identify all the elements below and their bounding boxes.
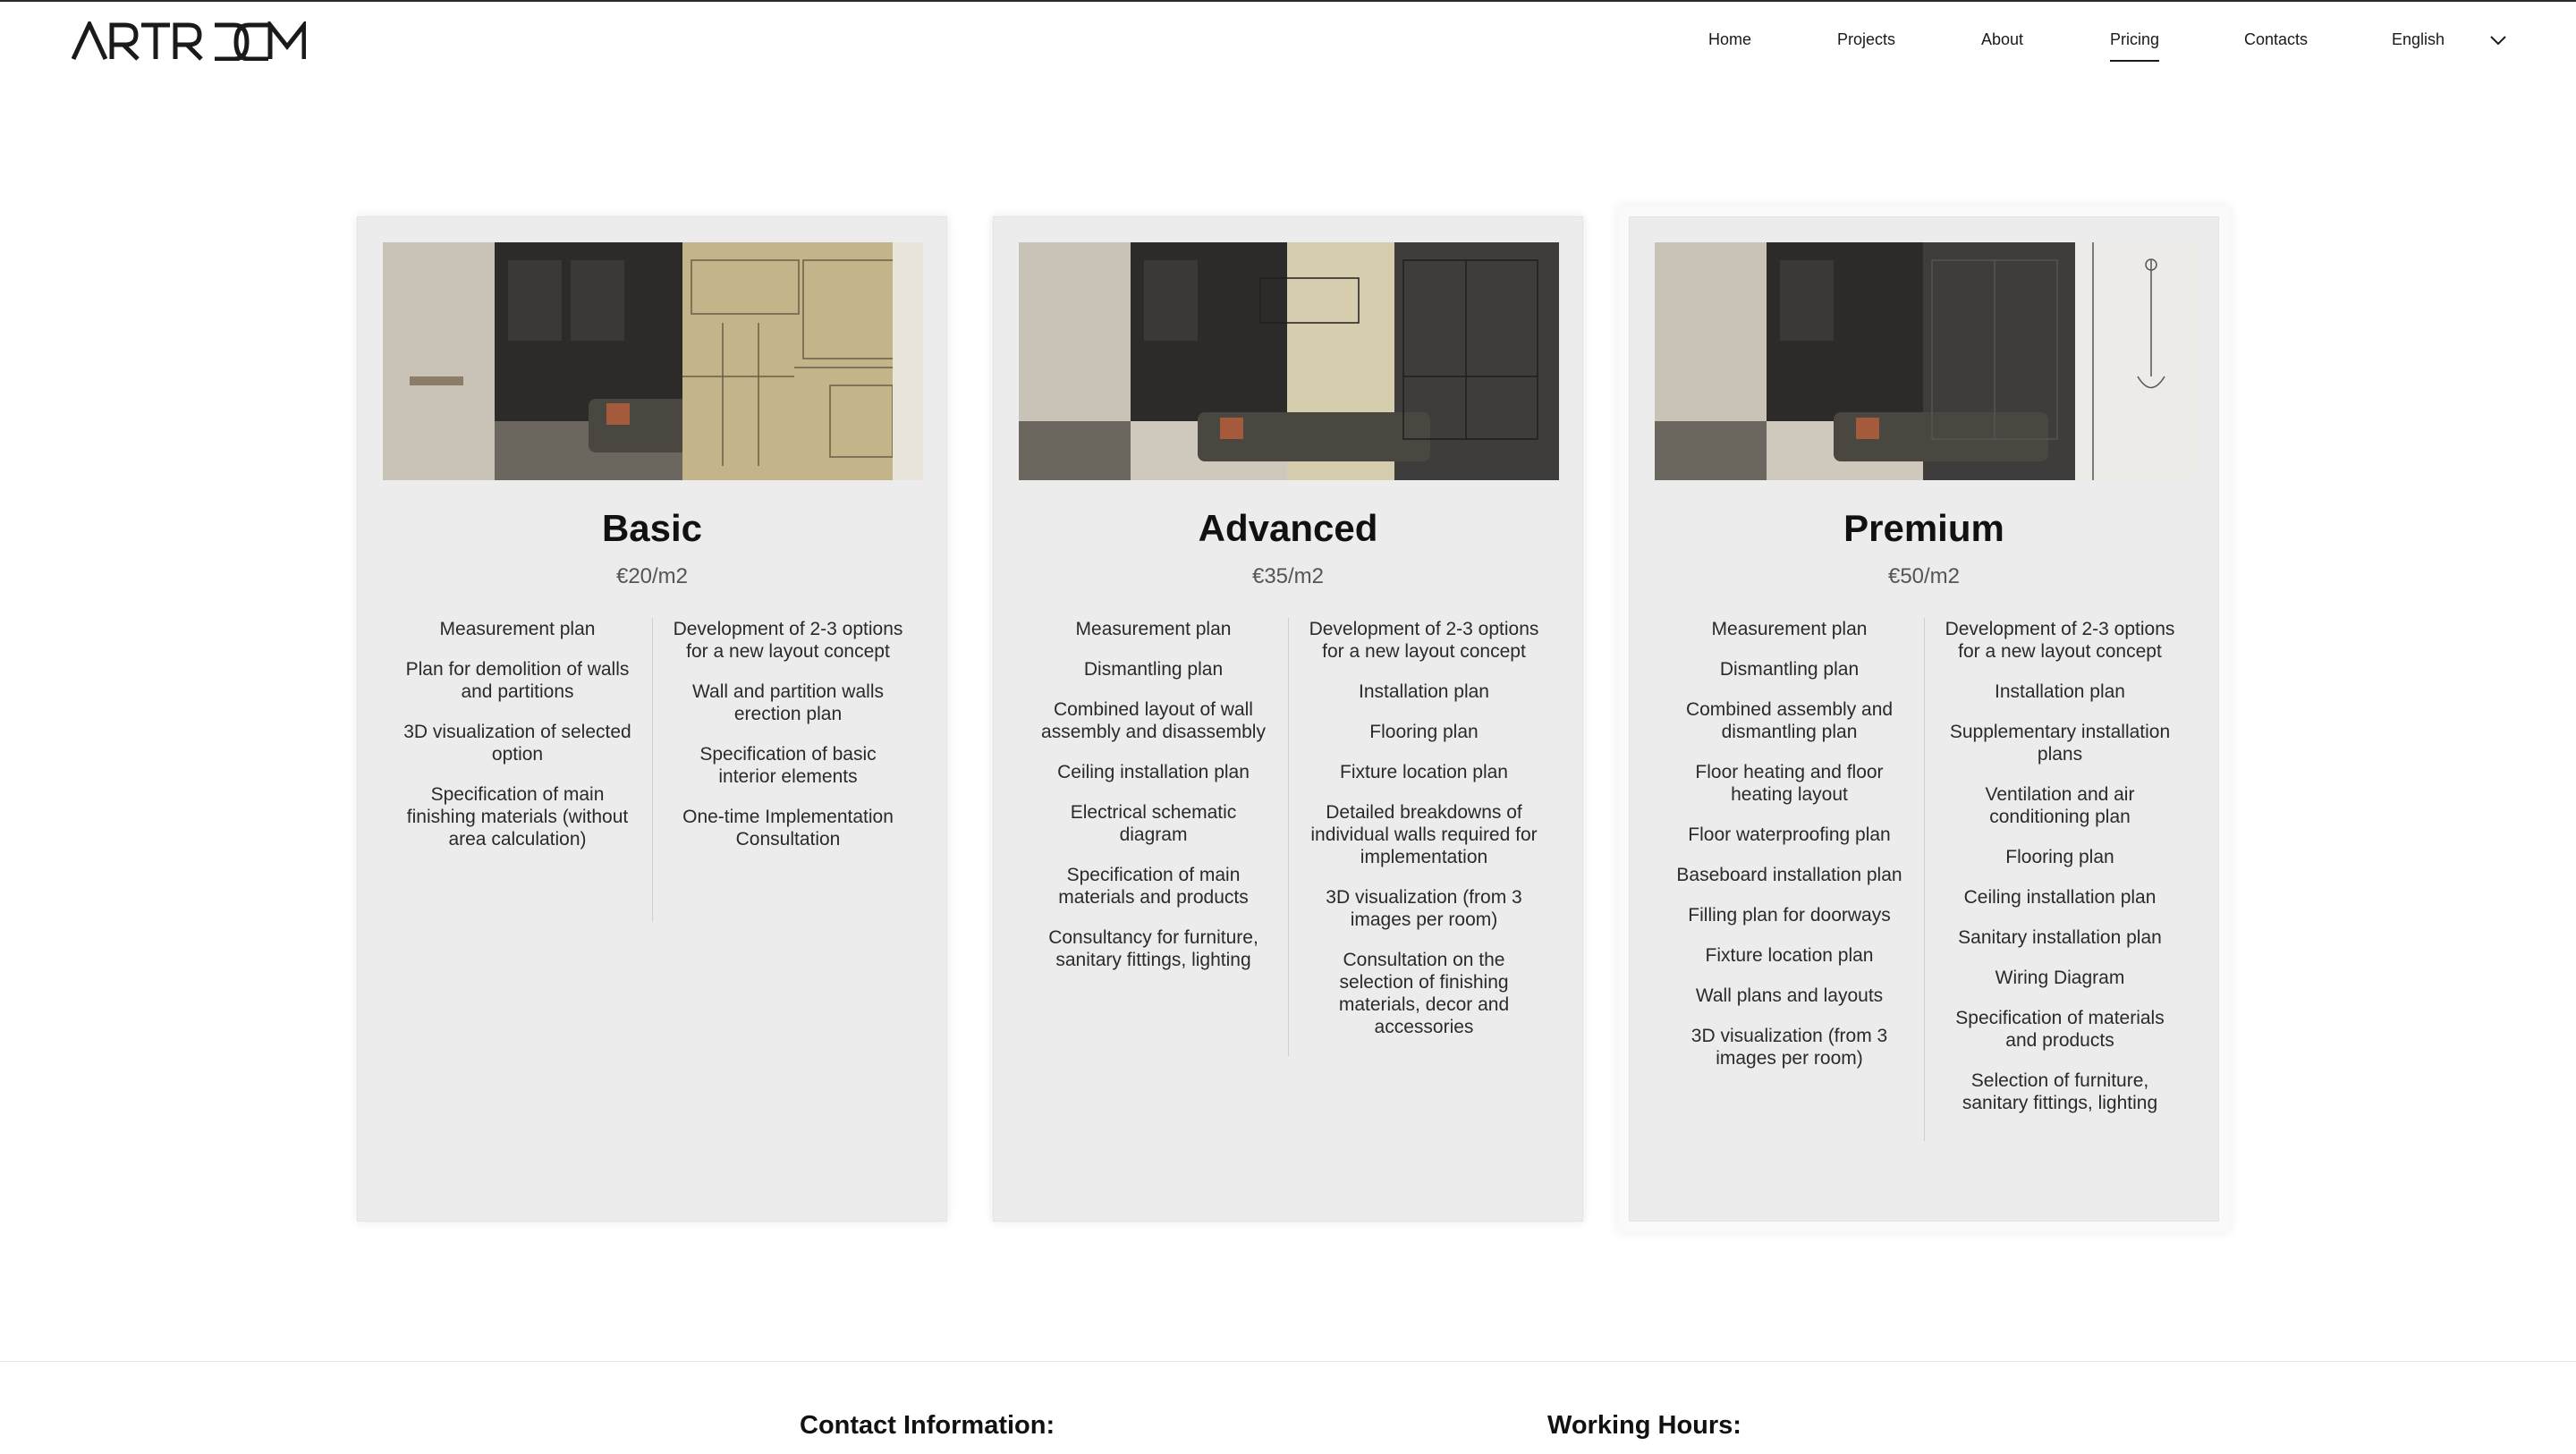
feature-item: Electrical schematic diagram xyxy=(1070,802,1237,845)
plan-title: Advanced xyxy=(1198,507,1378,549)
feature-item: Sanitary installation plan xyxy=(1958,927,2162,948)
feature-item: Development of 2-3 options for a new lay… xyxy=(1945,619,2175,662)
artroom-logo[interactable] xyxy=(72,21,306,61)
plan-price: €50/m2 xyxy=(1887,564,1961,588)
feature-item: Filling plan for doorways xyxy=(1688,905,1891,926)
features-left-column: Measurement plan Dismantling plan Combin… xyxy=(1655,618,1925,1141)
feature-item: Installation plan xyxy=(1995,681,2125,702)
plan-image-advanced xyxy=(1019,242,1559,480)
plan-price: €20/m2 xyxy=(615,564,689,588)
nav-projects[interactable]: Projects xyxy=(1837,30,1895,49)
site-header: Home Projects About Pricing Contacts Eng… xyxy=(0,0,2576,82)
plan-price: €35/m2 xyxy=(1251,564,1325,588)
interior-photo-icon xyxy=(1655,242,2195,480)
feature-item: 3D visualization of selected option xyxy=(403,722,631,765)
feature-item: Flooring plan xyxy=(2005,847,2114,867)
feature-item: One-time Implementation Consultation xyxy=(682,807,894,850)
feature-item: Wall plans and layouts xyxy=(1695,985,1884,1006)
feature-item: Specification of main finishing material… xyxy=(406,784,629,850)
feature-item: Baseboard installation plan xyxy=(1676,865,1902,885)
feature-item: Detailed breakdowns of individual walls … xyxy=(1310,802,1538,867)
interior-photo-icon xyxy=(1019,242,1559,480)
features-right-column: Development of 2-3 options for a new lay… xyxy=(1925,618,2195,1141)
feature-item: Selection of furniture, sanitary fitting… xyxy=(1962,1070,2158,1113)
feature-item: Wiring Diagram xyxy=(1995,968,2125,988)
feature-item: Specification of basic interior elements xyxy=(699,744,877,787)
plan-card-premium: Premium €50/m2 Measurement plan Dismantl… xyxy=(1629,216,2219,1222)
plan-card-basic: Basic €20/m2 Measurement plan Plan for d… xyxy=(357,216,947,1222)
language-selector[interactable]: English xyxy=(2392,30,2445,49)
plan-title: Basic xyxy=(601,507,703,549)
feature-item: Wall and partition walls erection plan xyxy=(692,681,884,724)
feature-item: Plan for demolition of walls and partiti… xyxy=(405,659,630,702)
footer-divider xyxy=(0,1361,2576,1362)
interior-photo-icon xyxy=(383,242,923,480)
feature-item: Combined assembly and dismantling plan xyxy=(1685,699,1894,742)
working-hours-heading: Working Hours: xyxy=(1547,1411,1741,1440)
feature-item: 3D visualization (from 3 images per room… xyxy=(1326,887,1522,930)
feature-item: Floor heating and floor heating layout xyxy=(1695,762,1884,805)
feature-item: Development of 2-3 options for a new lay… xyxy=(673,619,903,662)
features-right-column: Development of 2-3 options for a new lay… xyxy=(1289,618,1559,1056)
feature-item: Fixture location plan xyxy=(1705,945,1874,966)
feature-item: Dismantling plan xyxy=(1719,659,1860,680)
feature-item: 3D visualization (from 3 images per room… xyxy=(1690,1026,1888,1069)
feature-item: Floor waterproofing plan xyxy=(1688,824,1891,845)
feature-item: Specification of main materials and prod… xyxy=(1058,865,1249,908)
plan-features: Measurement plan Dismantling plan Combin… xyxy=(1655,618,2195,1141)
nav-pricing[interactable]: Pricing xyxy=(2110,30,2160,62)
feature-item: Combined layout of wall assembly and dis… xyxy=(1041,699,1266,742)
feature-item: Consultancy for furniture, sanitary fitt… xyxy=(1048,927,1258,970)
chevron-down-icon[interactable] xyxy=(2488,30,2508,50)
feature-item: Flooring plan xyxy=(1369,722,1479,742)
feature-item: Consultation on the selection of finishi… xyxy=(1338,950,1510,1037)
features-left-column: Measurement plan Plan for demolition of … xyxy=(383,618,653,922)
nav-home[interactable]: Home xyxy=(1708,30,1751,49)
feature-item: Measurement plan xyxy=(1711,619,1868,639)
nav-contacts[interactable]: Contacts xyxy=(2244,30,2308,49)
logo-mark xyxy=(72,21,306,61)
feature-item: Ventilation and air conditioning plan xyxy=(1985,784,2135,827)
features-left-column: Measurement plan Dismantling plan Combin… xyxy=(1019,618,1289,1056)
plan-features: Measurement plan Plan for demolition of … xyxy=(383,618,923,922)
feature-item: Fixture location plan xyxy=(1340,762,1508,782)
feature-item: Ceiling installation plan xyxy=(1057,762,1250,782)
feature-item: Supplementary installation plans xyxy=(1949,722,2171,765)
nav-about[interactable]: About xyxy=(1981,30,2023,49)
feature-item: Dismantling plan xyxy=(1083,659,1224,680)
plan-title: Premium xyxy=(1843,507,2004,549)
plan-image-basic xyxy=(383,242,923,480)
feature-item: Measurement plan xyxy=(439,619,596,639)
feature-item: Specification of materials and products xyxy=(1955,1008,2165,1051)
features-right-column: Development of 2-3 options for a new lay… xyxy=(653,618,923,922)
plan-image-premium xyxy=(1655,242,2195,480)
plan-features: Measurement plan Dismantling plan Combin… xyxy=(1019,618,1559,1056)
feature-item: Development of 2-3 options for a new lay… xyxy=(1309,619,1539,662)
feature-item: Installation plan xyxy=(1359,681,1489,702)
feature-item: Ceiling installation plan xyxy=(1963,887,2157,908)
plan-card-advanced: Advanced €35/m2 Measurement plan Dismant… xyxy=(993,216,1583,1222)
feature-item: Measurement plan xyxy=(1075,619,1232,639)
contact-info-heading: Contact Information: xyxy=(800,1411,1055,1440)
